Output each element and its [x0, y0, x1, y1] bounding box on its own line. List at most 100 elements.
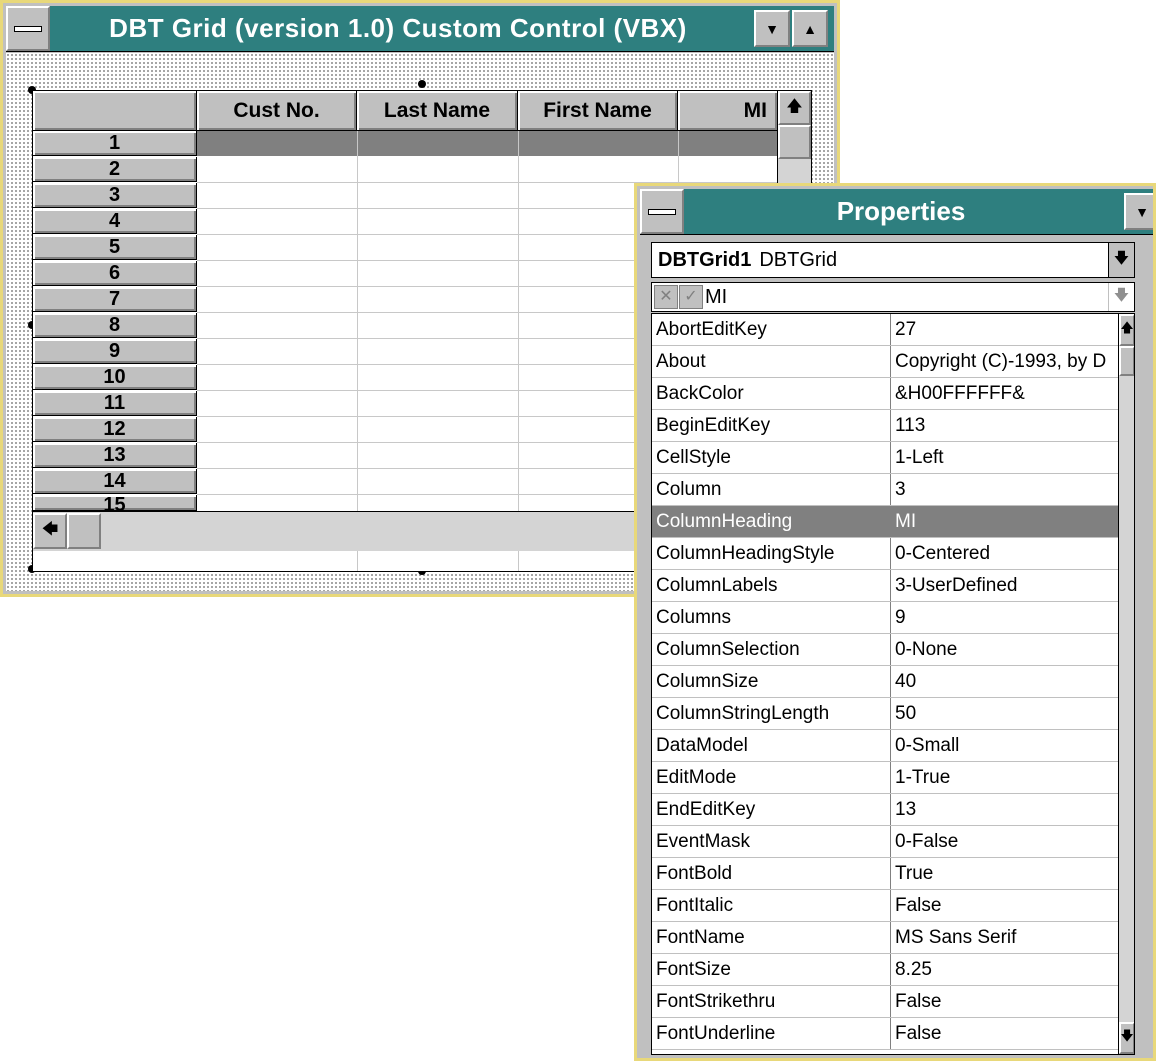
property-row[interactable]: FontSize 8.25 — [652, 954, 1119, 986]
system-menu-icon[interactable] — [640, 189, 684, 234]
property-row[interactable]: BeginEditKey 113 — [652, 410, 1119, 442]
property-row[interactable]: ColumnSize 40 — [652, 666, 1119, 698]
scroll-up-arrow-icon[interactable]: 🡅 — [1119, 314, 1134, 346]
property-value[interactable]: 113 — [895, 410, 1117, 441]
property-row[interactable]: Columns 9 — [652, 602, 1119, 634]
scroll-left-arrow-icon[interactable]: 🡄 — [33, 513, 67, 549]
row-header[interactable]: 13 — [33, 443, 197, 468]
column-divider — [890, 1018, 891, 1049]
property-value[interactable]: False — [895, 1018, 1117, 1049]
property-row[interactable]: ColumnLabels 3-UserDefined — [652, 570, 1119, 602]
property-row[interactable]: FontName MS Sans Serif — [652, 922, 1119, 954]
row-header[interactable]: 5 — [33, 235, 197, 260]
property-row[interactable]: FontStrikethru False — [652, 986, 1119, 1018]
column-header-last-name[interactable]: Last Name — [357, 91, 518, 131]
property-row[interactable]: AbortEditKey 27 — [652, 314, 1119, 346]
minimize-arrow-icon[interactable]: ▼ — [754, 10, 790, 47]
property-name: ColumnHeading — [656, 511, 793, 532]
property-value[interactable]: 0-False — [895, 826, 1117, 857]
property-value-input[interactable]: MI — [705, 286, 727, 309]
property-row[interactable]: EndEditKey 13 — [652, 794, 1119, 826]
property-row[interactable]: Column 3 — [652, 474, 1119, 506]
property-value[interactable]: 27 — [895, 314, 1117, 345]
scroll-thumb[interactable] — [67, 513, 101, 549]
property-value[interactable]: False — [895, 986, 1117, 1017]
dropdown-arrow-icon[interactable]: 🡇 — [1108, 243, 1134, 277]
grid-form-titlebar[interactable]: DBT Grid (version 1.0) Custom Control (V… — [6, 6, 834, 52]
property-value[interactable]: 50 — [895, 698, 1117, 729]
property-value[interactable]: 0-None — [895, 634, 1117, 665]
property-name: BeginEditKey — [656, 415, 771, 436]
property-row[interactable]: About Copyright (C)-1993, by D — [652, 346, 1119, 378]
row-header[interactable]: 7 — [33, 287, 197, 312]
property-value[interactable]: 3 — [895, 474, 1117, 505]
property-row[interactable]: BackColor &H00FFFFFF& — [652, 378, 1119, 410]
column-header-first-name[interactable]: First Name — [518, 91, 678, 131]
row-header[interactable]: 3 — [33, 183, 197, 208]
property-row[interactable]: FontBold True — [652, 858, 1119, 890]
property-value[interactable]: 40 — [895, 666, 1117, 697]
property-value[interactable]: &H00FFFFFF& — [895, 378, 1117, 409]
property-value[interactable]: 9 — [895, 602, 1117, 633]
minimize-arrow-icon[interactable]: ▼ — [1124, 193, 1153, 230]
property-row[interactable]: EditMode 1-True — [652, 762, 1119, 794]
selected-row[interactable] — [197, 131, 777, 156]
property-row[interactable]: ColumnHeadingStyle 0-Centered — [652, 538, 1119, 570]
row-header[interactable]: 6 — [33, 261, 197, 286]
grid-column-line — [518, 131, 519, 571]
row-header[interactable]: 12 — [33, 417, 197, 442]
accept-check-icon[interactable]: ✓ — [679, 285, 703, 309]
column-header-mi[interactable]: MI — [678, 91, 778, 131]
grid-form-title: DBT Grid (version 1.0) Custom Control (V… — [109, 13, 687, 43]
maximize-arrow-icon[interactable]: ▲ — [792, 10, 828, 47]
property-row[interactable]: FontItalic False — [652, 890, 1119, 922]
property-value[interactable]: False — [895, 890, 1117, 921]
property-row[interactable]: ColumnSelection 0-None — [652, 634, 1119, 666]
property-list[interactable]: AbortEditKey 27 About Copyright (C)-1993, b… — [651, 313, 1135, 1055]
property-value[interactable]: 0-Small — [895, 730, 1117, 761]
property-value[interactable]: True — [895, 858, 1117, 889]
resize-handle[interactable] — [418, 80, 426, 88]
object-selector[interactable]: DBTGrid1 DBTGrid 🡇 — [651, 242, 1135, 278]
row-header[interactable]: 4 — [33, 209, 197, 234]
property-value[interactable]: 8.25 — [895, 954, 1117, 985]
property-value[interactable]: 1-Left — [895, 442, 1117, 473]
row-header[interactable]: 8 — [33, 313, 197, 338]
row-header[interactable]: 2 — [33, 157, 197, 182]
column-divider — [890, 666, 891, 697]
property-list-scrollbar[interactable]: 🡅 🡇 — [1118, 314, 1134, 1054]
scroll-thumb[interactable] — [1119, 346, 1134, 376]
property-name: Columns — [656, 607, 731, 628]
row-header[interactable]: 11 — [33, 391, 197, 416]
column-divider — [890, 826, 891, 857]
property-row[interactable]: ColumnHeading MI — [652, 506, 1119, 538]
row-header[interactable]: 1 — [33, 131, 197, 156]
column-header-cust-no[interactable]: Cust No. — [197, 91, 357, 131]
system-menu-icon[interactable] — [6, 6, 50, 51]
row-header[interactable]: 15 — [33, 495, 197, 511]
property-value[interactable]: 0-Centered — [895, 538, 1117, 569]
scroll-down-arrow-icon[interactable]: 🡇 — [1119, 1022, 1134, 1054]
property-value[interactable]: 3-UserDefined — [895, 570, 1117, 601]
scroll-up-arrow-icon[interactable]: 🡅 — [778, 91, 811, 125]
property-value[interactable]: MI — [895, 506, 1117, 537]
row-header[interactable]: 10 — [33, 365, 197, 390]
cancel-x-icon[interactable]: ✕ — [654, 285, 678, 309]
property-edit-bar[interactable]: ✕ ✓ MI 🡇 — [651, 282, 1135, 312]
property-value[interactable]: MS Sans Serif — [895, 922, 1117, 953]
scroll-thumb[interactable] — [778, 125, 811, 159]
property-row[interactable]: DataModel 0-Small — [652, 730, 1119, 762]
properties-titlebar[interactable]: Properties ▼ — [640, 189, 1153, 235]
property-row[interactable]: CellStyle 1-Left — [652, 442, 1119, 474]
property-name: FontItalic — [656, 895, 734, 916]
row-header[interactable]: 9 — [33, 339, 197, 364]
row-header[interactable]: 14 — [33, 469, 197, 494]
column-divider — [890, 378, 891, 409]
property-row[interactable]: EventMask 0-False — [652, 826, 1119, 858]
property-value[interactable]: 1-True — [895, 762, 1117, 793]
property-row[interactable]: FontUnderline False — [652, 1018, 1119, 1050]
dropdown-arrow-icon[interactable]: 🡇 — [1108, 283, 1134, 311]
property-value[interactable]: 13 — [895, 794, 1117, 825]
property-value[interactable]: Copyright (C)-1993, by D — [895, 346, 1117, 377]
property-row[interactable]: ColumnStringLength 50 — [652, 698, 1119, 730]
